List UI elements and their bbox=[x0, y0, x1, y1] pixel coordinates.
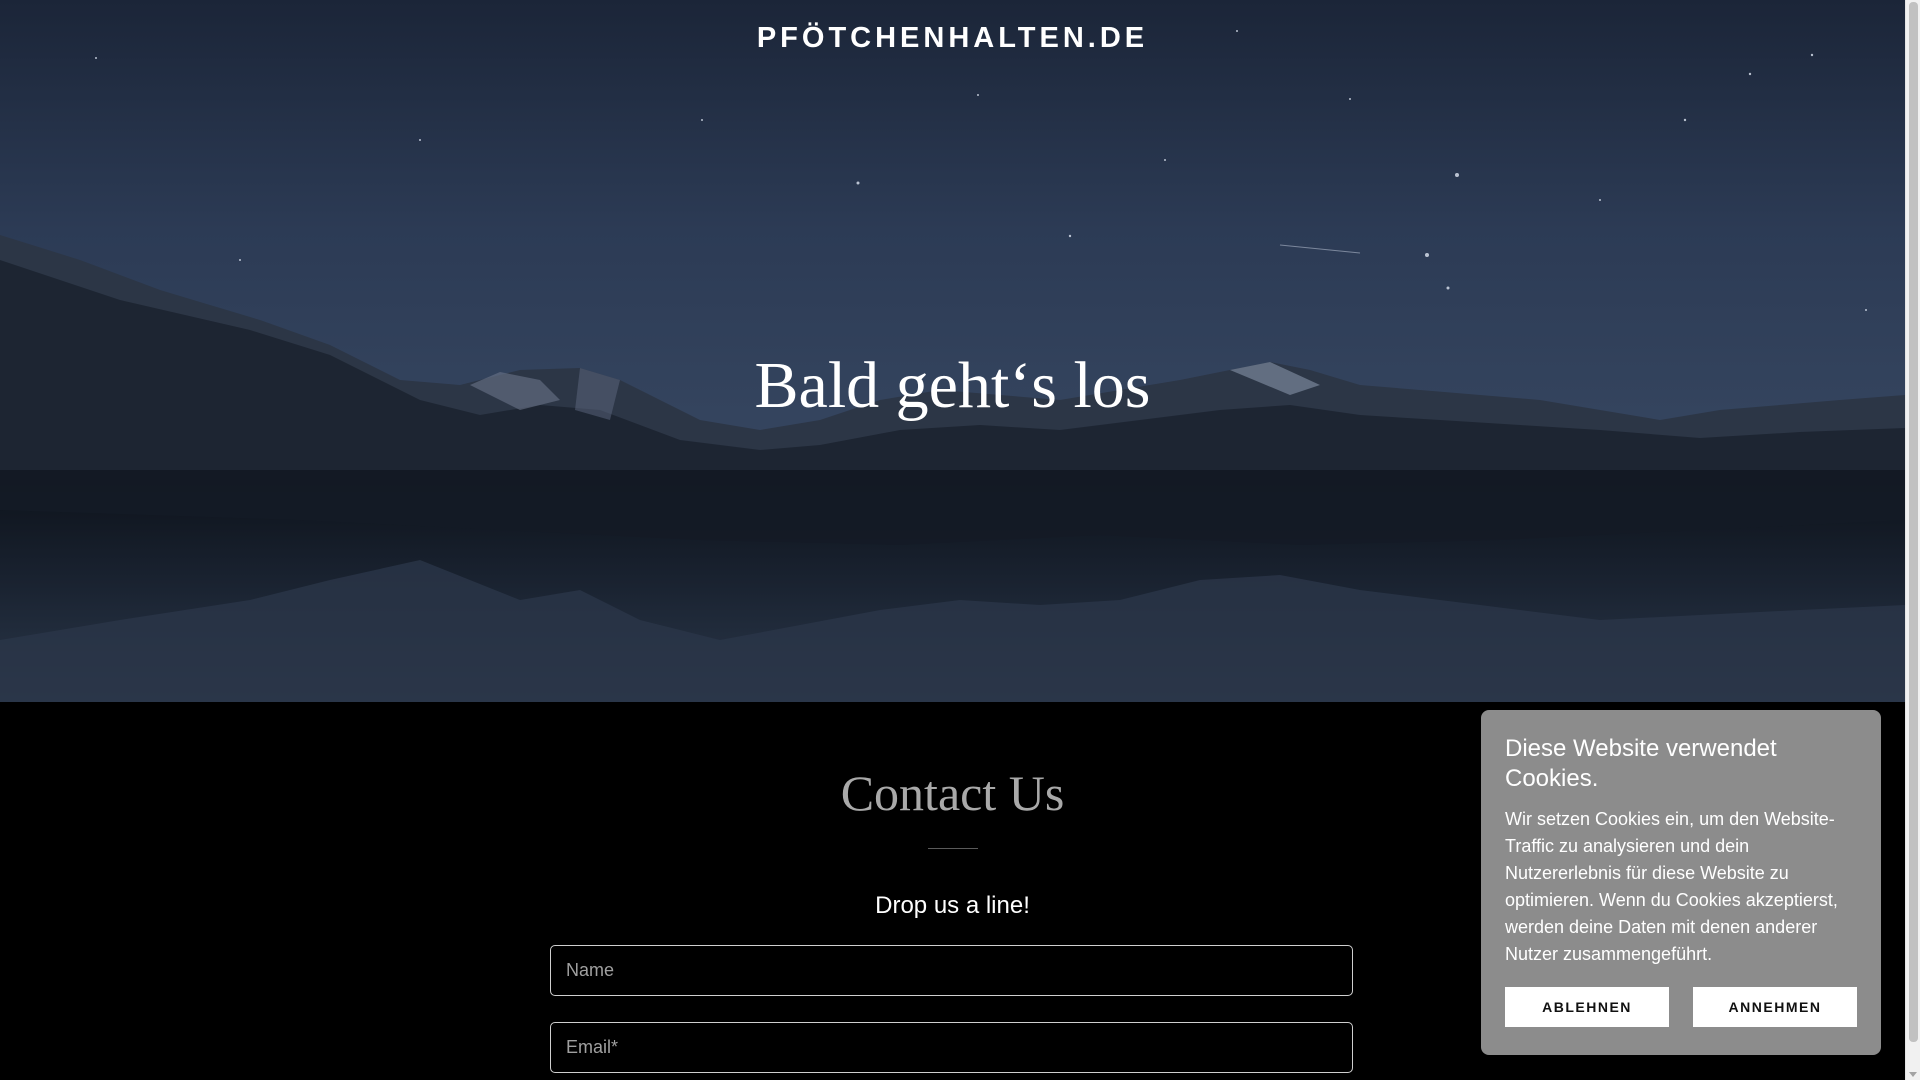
cookie-banner: Diese Website verwendet Cookies. Wir set… bbox=[1481, 710, 1881, 1055]
cookie-banner-actions: ABLEHNEN ANNEHMEN bbox=[1505, 987, 1857, 1027]
email-input[interactable] bbox=[550, 1022, 1353, 1073]
vertical-scrollbar[interactable] bbox=[1905, 0, 1920, 1080]
hero-section: PFÖTCHENHALTEN.DE Bald geht‘s los bbox=[0, 0, 1905, 702]
scrollbar-thumb[interactable] bbox=[1909, 2, 1918, 1042]
hero-heading: Bald geht‘s los bbox=[754, 349, 1151, 422]
cookie-banner-text: Wir setzen Cookies ein, um den Website-T… bbox=[1505, 809, 1838, 964]
accept-cookies-button[interactable]: ANNEHMEN bbox=[1693, 987, 1857, 1027]
page: PFÖTCHENHALTEN.DE Bald geht‘s los Contac… bbox=[0, 0, 1905, 1080]
scroll-down-arrow-icon[interactable] bbox=[1909, 1072, 1917, 1077]
site-title[interactable]: PFÖTCHENHALTEN.DE bbox=[0, 22, 1905, 55]
name-input[interactable] bbox=[550, 945, 1353, 996]
decline-cookies-button[interactable]: ABLEHNEN bbox=[1505, 987, 1669, 1027]
cookie-banner-title: Diese Website verwendet Cookies. bbox=[1505, 735, 1777, 792]
contact-divider bbox=[928, 848, 978, 849]
